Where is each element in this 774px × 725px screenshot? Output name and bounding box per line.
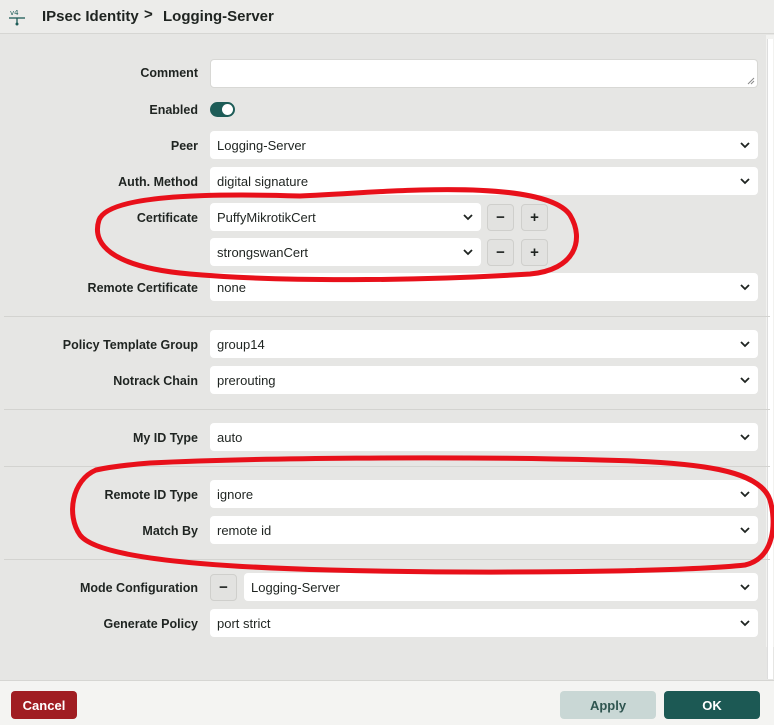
section-divider — [4, 409, 770, 410]
notrack-chain-value: prerouting — [217, 372, 276, 388]
my-id-type-select[interactable]: auto — [210, 423, 758, 451]
annotation-circle-remote-id — [70, 455, 774, 575]
remote-certificate-label: Remote Certificate — [87, 281, 198, 295]
chevron-down-icon — [463, 249, 473, 256]
remote-id-type-select[interactable]: ignore — [210, 480, 758, 508]
chevron-down-icon — [740, 377, 750, 384]
breadcrumb-separator: > — [144, 6, 153, 23]
match-by-label: Match By — [142, 524, 198, 538]
auth-method-select[interactable]: digital signature — [210, 167, 758, 195]
certificate-value-1: PuffyMikrotikCert — [217, 209, 316, 225]
chevron-down-icon — [740, 491, 750, 498]
chevron-down-icon — [740, 178, 750, 185]
cancel-button[interactable]: Cancel — [11, 691, 77, 719]
mode-configuration-value: Logging-Server — [251, 579, 340, 595]
chevron-down-icon — [740, 620, 750, 627]
routeros-ip-icon: v4 — [9, 9, 25, 26]
remote-id-type-label: Remote ID Type — [104, 488, 198, 502]
certificate-remove-button-2[interactable]: − — [487, 239, 514, 266]
mode-configuration-remove-button[interactable]: − — [210, 574, 237, 601]
policy-template-group-select[interactable]: group14 — [210, 330, 758, 358]
mode-configuration-select[interactable]: Logging-Server — [244, 573, 758, 601]
certificate-select-1[interactable]: PuffyMikrotikCert — [210, 203, 481, 231]
breadcrumb-current: Logging-Server — [163, 8, 274, 25]
generate-policy-select[interactable]: port strict — [210, 609, 758, 637]
comment-label: Comment — [140, 66, 198, 80]
generate-policy-value: port strict — [217, 615, 271, 631]
chevron-down-icon — [740, 527, 750, 534]
chevron-down-icon — [740, 284, 750, 291]
chevron-down-icon — [740, 341, 750, 348]
enabled-label: Enabled — [149, 103, 198, 117]
chevron-down-icon — [463, 214, 473, 221]
scrollbar-thumb[interactable] — [767, 39, 773, 679]
breadcrumb-parent[interactable]: IPsec Identity — [42, 8, 139, 25]
ok-button[interactable]: OK — [664, 691, 760, 719]
footer-bar: Cancel Apply OK — [0, 680, 774, 725]
mode-configuration-label: Mode Configuration — [79, 581, 198, 595]
chevron-down-icon — [740, 142, 750, 149]
chevron-down-icon — [740, 434, 750, 441]
remote-certificate-select[interactable]: none — [210, 273, 758, 301]
my-id-type-value: auto — [217, 429, 243, 445]
scrollbar[interactable] — [766, 35, 774, 679]
notrack-chain-label: Notrack Chain — [113, 374, 198, 388]
certificate-remove-button-1[interactable]: − — [487, 204, 514, 231]
header-bar: v4 IPsec Identity > Logging-Server — [0, 0, 774, 34]
peer-label: Peer — [170, 139, 198, 153]
auth-method-value: digital signature — [217, 173, 309, 189]
match-by-select[interactable]: remote id — [210, 516, 758, 544]
toggle-knob — [222, 104, 233, 115]
certificate-select-2[interactable]: strongswanCert — [210, 238, 481, 266]
certificate-label: Certificate — [136, 211, 198, 225]
generate-policy-label: Generate Policy — [103, 617, 199, 631]
chevron-down-icon — [740, 584, 750, 591]
section-divider — [4, 316, 770, 317]
certificate-add-button-1[interactable]: + — [521, 204, 548, 231]
certificate-value-2: strongswanCert — [217, 244, 309, 260]
notrack-chain-select[interactable]: prerouting — [210, 366, 758, 394]
peer-value: Logging-Server — [217, 137, 306, 153]
apply-button[interactable]: Apply — [560, 691, 656, 719]
auth-method-label: Auth. Method — [118, 175, 198, 189]
svg-text:v4: v4 — [10, 9, 19, 17]
section-divider — [4, 466, 770, 467]
peer-select[interactable]: Logging-Server — [210, 131, 758, 159]
policy-template-group-label: Policy Template Group — [62, 338, 198, 352]
comment-field[interactable] — [210, 59, 758, 88]
section-divider — [4, 559, 770, 560]
policy-template-group-value: group14 — [217, 336, 265, 352]
match-by-value: remote id — [217, 522, 272, 538]
remote-id-type-value: ignore — [217, 486, 254, 502]
remote-certificate-value: none — [217, 279, 246, 295]
resize-grip-icon[interactable] — [747, 77, 755, 85]
enabled-toggle[interactable] — [210, 102, 235, 117]
my-id-type-label: My ID Type — [132, 431, 198, 445]
certificate-add-button-2[interactable]: + — [521, 239, 548, 266]
